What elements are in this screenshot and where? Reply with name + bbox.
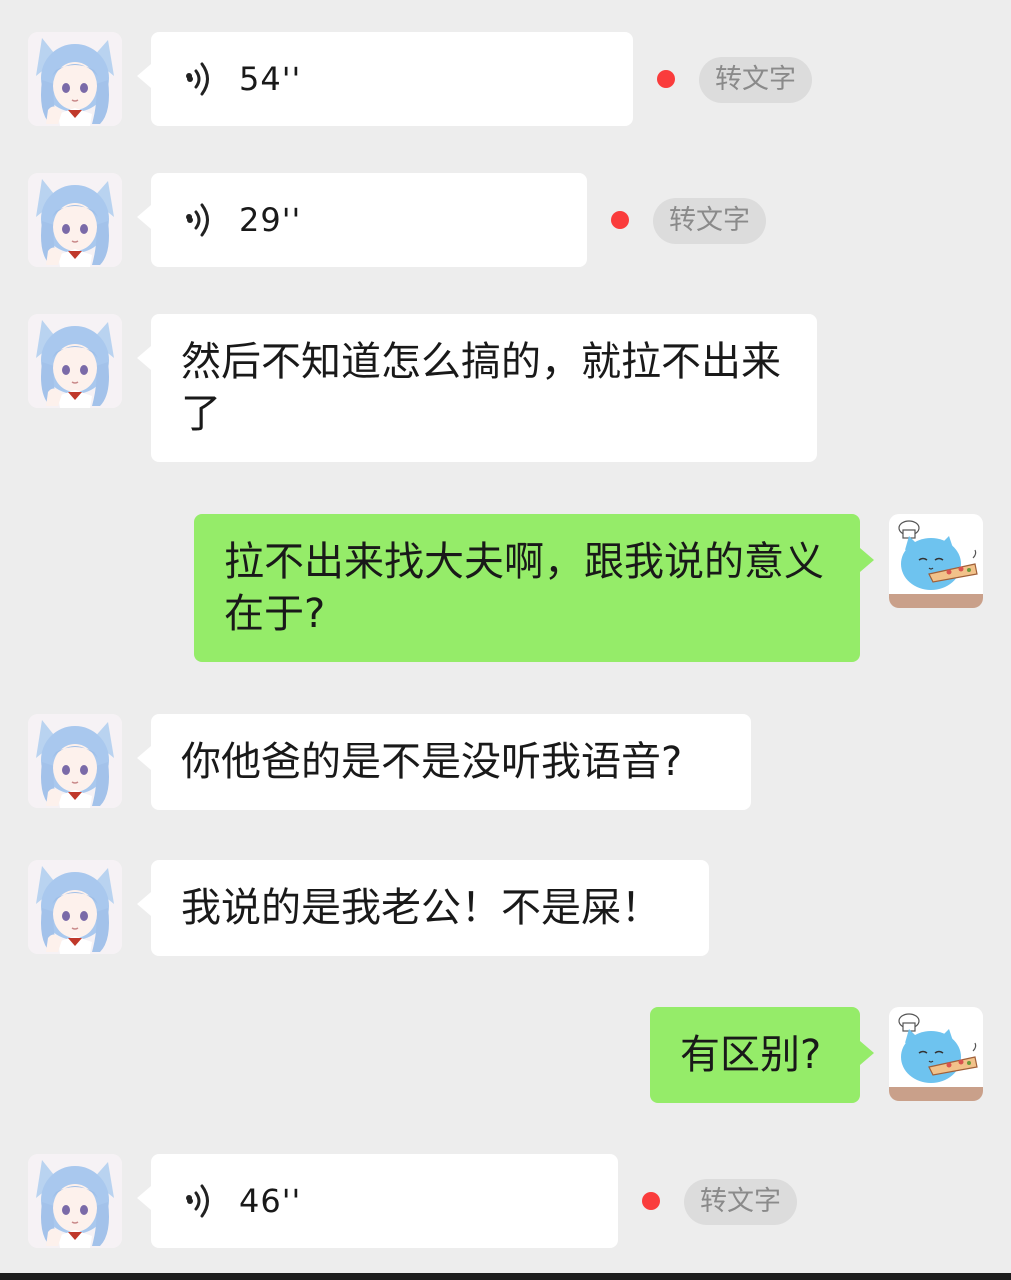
my-avatar[interactable] [889,1007,983,1101]
sender-avatar[interactable] [28,173,122,267]
text-message-bubble[interactable]: 然后不知道怎么搞的，就拉不出来了 [137,314,817,462]
anime-girl-avatar-icon [28,714,122,808]
text-message-bubble[interactable]: 拉不出来找大夫啊，跟我说的意义在于? [194,514,874,662]
unread-dot [611,211,629,229]
voice-message-bubble[interactable]: 54'' [137,32,633,126]
unread-dot [657,70,675,88]
message-text: 拉不出来找大夫啊，跟我说的意义在于? [224,539,824,637]
voice-wave-icon [185,200,215,240]
voice-message-bubble[interactable]: 29'' [137,173,587,267]
transcribe-button[interactable]: 转文字 [699,57,812,103]
transcribe-button[interactable]: 转文字 [684,1179,797,1225]
anime-girl-avatar-icon [28,173,122,267]
blue-cat-chef-avatar-icon [889,514,983,608]
text-message-bubble[interactable]: 我说的是我老公！不是屎！ [137,860,709,956]
unread-dot [642,1192,660,1210]
sender-avatar[interactable] [28,314,122,408]
sender-avatar[interactable] [28,32,122,126]
voice-wave-icon [185,59,215,99]
sender-avatar[interactable] [28,714,122,808]
sender-avatar[interactable] [28,1154,122,1248]
blue-cat-chef-avatar-icon [889,1007,983,1101]
my-avatar[interactable] [889,514,983,608]
chat-message-list[interactable]: 54'' 转文字 29'' 转文字 然后不知道怎么搞的，就拉不出来了 拉不出来找… [0,0,1011,1280]
bottom-edge-bar [0,1273,1011,1280]
text-message-bubble[interactable]: 有区别? [650,1007,874,1103]
message-text: 然后不知道怎么搞的，就拉不出来了 [181,339,781,437]
transcribe-button[interactable]: 转文字 [653,198,766,244]
anime-girl-avatar-icon [28,860,122,954]
voice-duration: 29'' [239,201,302,239]
voice-duration: 46'' [239,1182,302,1220]
voice-message-bubble[interactable]: 46'' [137,1154,618,1248]
message-text: 你他爸的是不是没听我语音? [181,739,683,785]
voice-duration: 54'' [239,60,302,98]
voice-wave-icon [185,1181,215,1221]
text-message-bubble[interactable]: 你他爸的是不是没听我语音? [137,714,751,810]
anime-girl-avatar-icon [28,314,122,408]
anime-girl-avatar-icon [28,1154,122,1248]
sender-avatar[interactable] [28,860,122,954]
anime-girl-avatar-icon [28,32,122,126]
message-text: 我说的是我老公！不是屎！ [181,885,661,931]
message-text: 有区别? [680,1032,822,1078]
